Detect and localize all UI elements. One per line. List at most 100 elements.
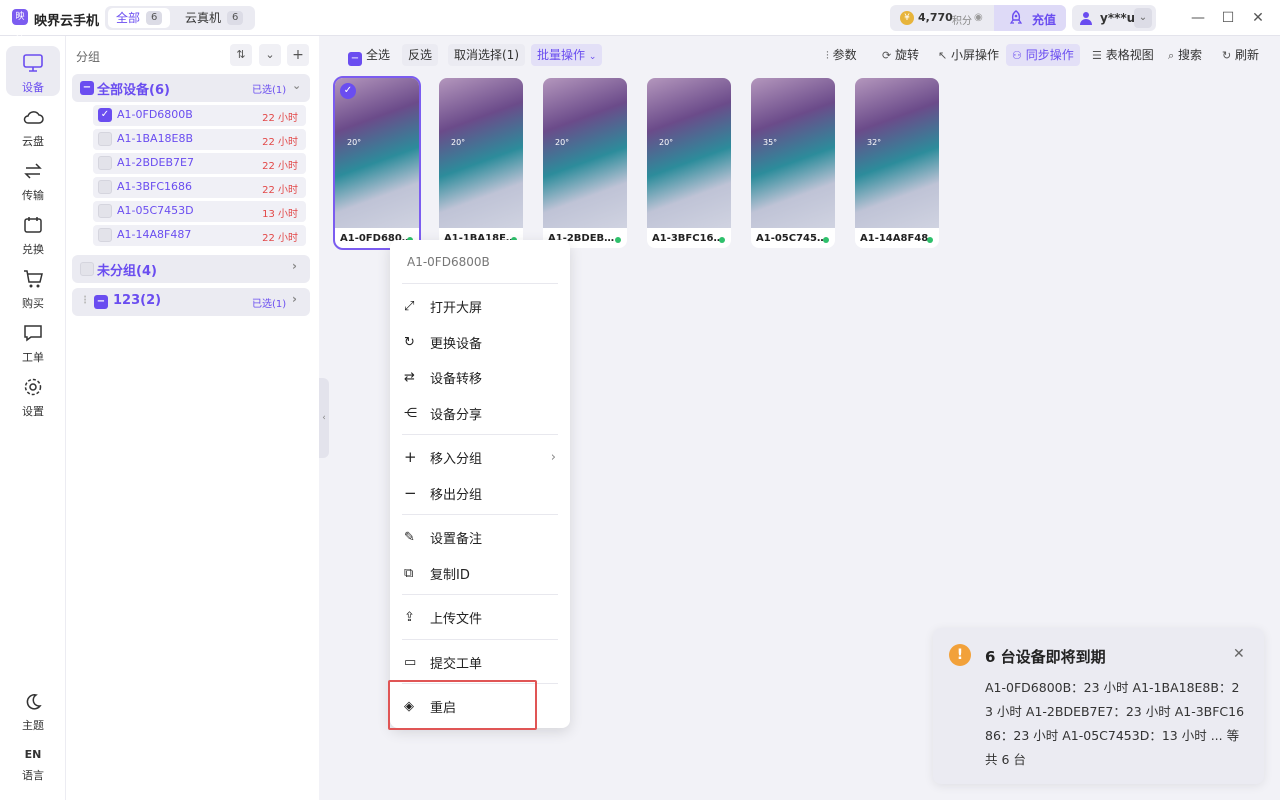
- device-card[interactable]: 20° A1-1BA18E…: [439, 78, 523, 248]
- close-icon[interactable]: ✕: [1233, 646, 1245, 662]
- points-value: 4,770: [918, 11, 953, 24]
- device-checkbox[interactable]: [98, 204, 112, 218]
- expiry-notification: ! 6 台设备即将到期 ✕ A1-0FD6800B：23 小时 A1-1BA18…: [933, 628, 1264, 784]
- rotate-button[interactable]: ⟳ 旋转: [876, 44, 925, 66]
- menu-item-upload-file[interactable]: ⇪ 上传文件: [404, 602, 556, 632]
- device-card[interactable]: 20° A1-2BDEB…: [543, 78, 627, 248]
- device-screen-thumbnail[interactable]: [335, 78, 419, 228]
- menu-item-move-to-group[interactable]: + 移入分组 ›: [404, 442, 556, 472]
- menu-item-copy-id[interactable]: ⧉ 复制ID: [404, 558, 556, 588]
- sort-icon[interactable]: ⇅: [230, 44, 252, 66]
- divider: [402, 639, 558, 640]
- sync-ops-button[interactable]: ⚇ 同步操作: [1006, 44, 1080, 66]
- selected-count: 已选(1): [252, 299, 287, 310]
- rocket-icon: [1009, 10, 1023, 24]
- menu-item-open-fullscreen[interactable]: ⤢ 打开大屏: [404, 291, 556, 321]
- menu-item-transfer-device[interactable]: ⇄ 设备转移: [404, 362, 556, 392]
- device-row[interactable]: A1-05C7453D 13 小时: [93, 201, 306, 222]
- remaining-time: 22 小时: [262, 185, 298, 196]
- add-group-icon[interactable]: +: [287, 44, 309, 66]
- checkbox-icon: −: [348, 52, 362, 66]
- panel-collapse-handle[interactable]: ‹: [319, 378, 329, 458]
- menu-item-remove-from-group[interactable]: − 移出分组: [404, 478, 556, 508]
- tab-real-device[interactable]: 云真机 6: [177, 8, 251, 28]
- minimize-icon[interactable]: —: [1190, 10, 1206, 26]
- chat-icon: [24, 325, 42, 342]
- remaining-time: 22 小时: [262, 113, 298, 124]
- card-checkbox[interactable]: ✓: [340, 83, 356, 99]
- nav-cloud[interactable]: 云盘: [6, 100, 60, 150]
- device-checkbox[interactable]: [98, 180, 112, 194]
- device-screen-thumbnail[interactable]: [439, 78, 523, 228]
- nav-exchange[interactable]: 兑换: [6, 208, 60, 258]
- device-row[interactable]: A1-1BA18E8B 22 小时: [93, 129, 306, 150]
- menu-item-replace-device[interactable]: ↻ 更换设备: [404, 327, 556, 357]
- menu-item-submit-ticket[interactable]: ▭ 提交工单: [404, 647, 556, 677]
- menu-item-set-note[interactable]: ✎ 设置备注: [404, 522, 556, 552]
- batch-operation-dropdown[interactable]: 批量操作 ⌄: [531, 44, 603, 66]
- nav-ticket[interactable]: 工单: [6, 316, 60, 366]
- points-widget[interactable]: ¥ 4,770 积分 ◉ 充值: [890, 5, 1066, 31]
- close-icon[interactable]: ✕: [1250, 10, 1266, 26]
- title-bar: 映界 映界云手机 全部 6 云真机 6 ¥ 4,770 积分 ◉ 充值 y***u …: [0, 0, 1280, 38]
- invert-selection-button[interactable]: 反选: [402, 44, 439, 66]
- chevron-down-icon: ⌄: [588, 52, 597, 62]
- cancel-selection-button[interactable]: 取消选择(1): [448, 44, 525, 66]
- nav-devices[interactable]: 设备: [6, 46, 60, 96]
- nav-settings[interactable]: 设置: [6, 370, 60, 420]
- nav-transfer[interactable]: 传输: [6, 154, 60, 204]
- device-row[interactable]: A1-2BDEB7E7 22 小时: [93, 153, 306, 174]
- maximize-icon[interactable]: ☐: [1220, 10, 1236, 26]
- device-screen-thumbnail[interactable]: [647, 78, 731, 228]
- group-checkbox[interactable]: −: [80, 81, 94, 95]
- device-checkbox[interactable]: [98, 228, 112, 242]
- group-checkbox[interactable]: −: [94, 295, 108, 309]
- menu-item-share-device[interactable]: ⋲ 设备分享: [404, 398, 556, 428]
- remaining-time: 13 小时: [262, 209, 298, 220]
- moon-icon: [26, 694, 42, 710]
- chevron-down-icon[interactable]: ⌄: [1134, 8, 1152, 28]
- tab-all[interactable]: 全部 6: [108, 8, 171, 28]
- charge-button[interactable]: 充值: [994, 5, 1066, 31]
- drag-handle-icon[interactable]: ⋮: [80, 295, 90, 306]
- list-icon: ☰: [1092, 49, 1102, 62]
- remaining-time: 22 小时: [262, 137, 298, 148]
- device-screen-thumbnail[interactable]: [543, 78, 627, 228]
- group-checkbox[interactable]: [80, 262, 94, 276]
- nav-theme[interactable]: 主题: [6, 686, 60, 736]
- online-status-dot: [823, 237, 829, 243]
- user-menu[interactable]: y***u ⌄: [1072, 5, 1156, 31]
- select-all-button[interactable]: − 全选: [342, 44, 396, 66]
- small-screen-ops-button[interactable]: ↖ 小屏操作: [932, 44, 1005, 66]
- device-checkbox[interactable]: ✓: [98, 108, 112, 122]
- refresh-button[interactable]: ↻ 刷新: [1216, 44, 1265, 66]
- nav-buy[interactable]: 购买: [6, 262, 60, 312]
- copy-icon: ⧉: [404, 565, 414, 581]
- table-view-button[interactable]: ☰ 表格视图: [1086, 44, 1160, 66]
- eye-icon[interactable]: ◉: [974, 12, 983, 23]
- group-123[interactable]: ⋮ − 123(2) 已选(1) ›: [72, 288, 310, 316]
- device-row[interactable]: A1-14A8F487 22 小时: [93, 225, 306, 246]
- params-button[interactable]: ⫶ 参数: [820, 44, 863, 66]
- search-button[interactable]: ⌕ 搜索: [1162, 44, 1208, 66]
- nav-language[interactable]: EN 语言: [6, 744, 60, 794]
- device-card[interactable]: 32° A1-14A8F487: [855, 78, 939, 248]
- device-row[interactable]: A1-3BFC1686 22 小时: [93, 177, 306, 198]
- device-card[interactable]: 20° A1-3BFC16…: [647, 78, 731, 248]
- users-icon: ⚇: [1012, 49, 1022, 62]
- chevron-down-icon: ⌄: [292, 79, 302, 92]
- weather-widget: 20°: [555, 138, 570, 147]
- device-row[interactable]: ✓ A1-0FD6800B 22 小时: [93, 105, 306, 126]
- device-screen-thumbnail[interactable]: [855, 78, 939, 228]
- device-card[interactable]: 35° A1-05C745…: [751, 78, 835, 248]
- group-ungrouped[interactable]: 未分组(4) ›: [72, 255, 310, 283]
- device-checkbox[interactable]: [98, 156, 112, 170]
- group-all-devices[interactable]: − 全部设备(6) 已选(1) ⌄: [72, 74, 310, 102]
- device-card[interactable]: ✓ 20° A1-0FD680…: [333, 76, 421, 250]
- collapse-icon[interactable]: ⌄: [259, 44, 281, 66]
- group-panel-title: 分组: [76, 50, 101, 64]
- device-card-name: A1-14A8F487: [860, 233, 928, 244]
- device-screen-thumbnail[interactable]: [751, 78, 835, 228]
- app-logo: 映界: [12, 9, 28, 38]
- device-checkbox[interactable]: [98, 132, 112, 146]
